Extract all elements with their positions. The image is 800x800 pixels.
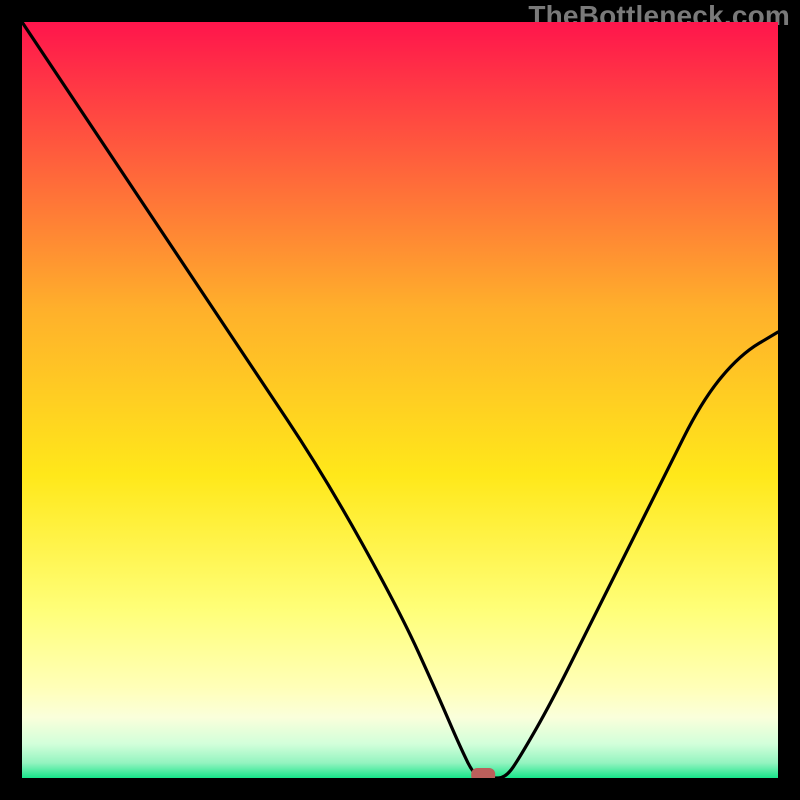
plot-area — [22, 22, 778, 778]
plot-svg — [22, 22, 778, 778]
optimal-point-marker — [471, 768, 495, 778]
gradient-background — [22, 22, 778, 778]
chart-frame: TheBottleneck.com — [0, 0, 800, 800]
